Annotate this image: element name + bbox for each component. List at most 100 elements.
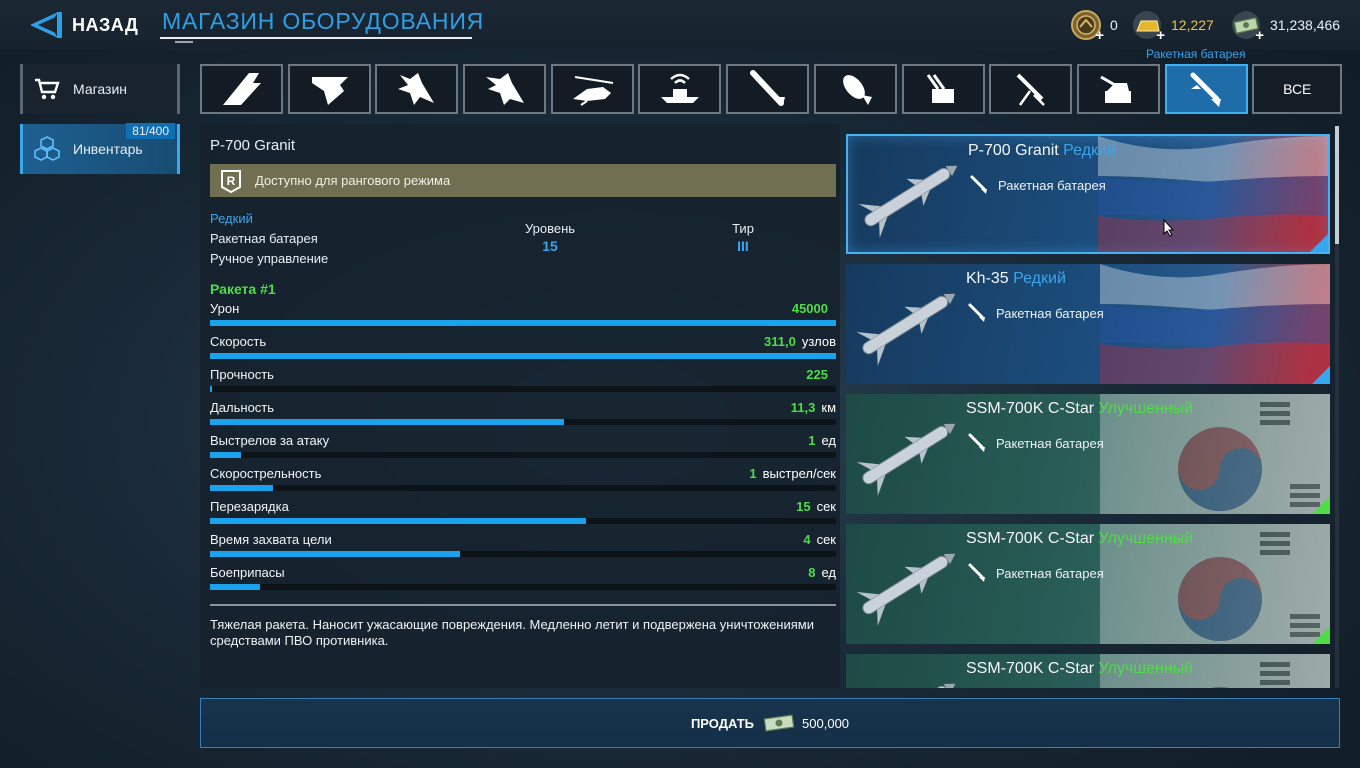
stat-row: Перезарядка 15 сек [210,499,836,532]
item-card-type: Ракетная батарея [968,174,1106,196]
tab-missile-battery[interactable] [1164,64,1248,114]
item-card[interactable]: P-700 Granit Редкий Ракетная батарея [846,134,1330,254]
rank-mode-banner: R Доступно для рангового режима [210,164,836,197]
tab-machine-gun[interactable] [989,64,1073,114]
card-corner-marker [1310,234,1328,252]
category-tabs: ВСЕ [200,64,1347,114]
gold-counter[interactable]: + 12,227 [1131,10,1214,44]
stat-name: Прочность [210,367,274,382]
missile-battery-icon [968,563,985,582]
item-list: P-700 Granit Редкий Ракетная батарея Kh-35… [846,124,1330,688]
level-value: 15 [542,238,558,254]
stat-unit: км [821,400,836,415]
tier-label: Тир [732,221,754,236]
card-corner-marker [1312,366,1330,384]
back-button[interactable]: НАЗАД [28,8,138,42]
sidebar-item-label: Инвентарь [73,141,143,157]
stat-value: 4 сек [803,532,836,547]
sell-label: ПРОДАТЬ [690,715,755,731]
sell-button[interactable]: ПРОДАТЬ 500,000 [200,698,1340,748]
item-card[interactable]: SSM-700K C-Star УлучшенныйРакетная батар… [846,394,1330,514]
missile-battery-icon [970,175,987,194]
item-card-rarity: Улучшенный [1098,660,1194,677]
stat-unit: ед [821,565,836,580]
cash-value: 31,238,466 [1270,17,1341,33]
stat-row: Боеприпасы 8 ед [210,565,836,598]
stat-number: 11,3 [790,400,816,415]
stat-bar [210,551,836,557]
tab-flying-wing[interactable] [287,64,371,114]
item-card-rarity: Улучшенный [1098,400,1194,417]
tab-bomb[interactable] [813,64,897,114]
stat-row: Дальность 11,3 км [210,400,836,433]
stat-number: 8 [808,565,816,580]
torpedo-icon [749,70,785,106]
medal-plus-icon[interactable]: + [1095,27,1104,44]
stat-name: Перезарядка [210,499,289,514]
tab-stealth-fighter[interactable] [463,64,547,114]
tab-turret[interactable] [1076,64,1160,114]
stat-bar-fill [210,353,836,359]
cash-plus-icon[interactable]: + [1255,27,1264,44]
item-card[interactable]: Kh-35 Редкий Ракетная батарея [846,264,1330,384]
stat-number: 45000 [791,301,828,316]
title-underline [160,37,472,39]
tab-stealth-bomber[interactable] [200,64,283,114]
tab-aa-gun[interactable] [901,64,985,114]
card-corner-marker [1312,626,1330,644]
stat-name: Выстрелов за атаку [210,433,330,448]
rank-badge-icon: R [221,169,241,193]
cubes-icon [33,135,61,163]
stat-number: 1 [808,433,816,448]
svg-text:R: R [227,174,236,188]
gold-plus-icon[interactable]: + [1156,27,1165,44]
stat-number: 311,0 [763,334,796,349]
tab-helicopter[interactable] [550,64,634,114]
stat-bar-fill [210,584,261,590]
stat-bar-fill [210,485,273,491]
item-card-rarity: Редкий [1013,270,1066,287]
helicopter-icon [573,76,614,106]
gold-bar-icon: + [1131,10,1165,44]
stat-bar [210,353,836,359]
medal-icon: + [1070,10,1104,44]
item-card-title: SSM-700K C-Star Улучшенный [966,660,1193,678]
tab-all[interactable]: ВСЕ [1252,64,1343,114]
tab-tooltip: Ракетная батарея [1146,47,1246,61]
sidebar-item-inventory[interactable]: Инвентарь 81/400 [20,123,180,174]
level-label: Уровень [524,221,576,236]
stat-value: 1 выстрел/сек [749,466,836,481]
item-card[interactable]: SSM-700K C-Star УлучшенныйРакетная батар… [846,524,1330,644]
rank-mode-text: Доступно для рангового режима [255,173,451,188]
missile-number: #1 [260,281,276,297]
tab-radar-ship[interactable] [638,64,722,114]
stat-number: 15 [796,499,811,514]
item-card-type-label: Ракетная батарея [996,435,1104,451]
stat-name: Время захвата цели [210,532,332,547]
russia-flag-icon [1100,264,1330,384]
list-scrollbar[interactable] [1335,126,1339,244]
tab-torpedo[interactable] [726,64,810,114]
medal-counter[interactable]: + 0 [1070,10,1118,44]
item-detail-panel: P-700 Granit R Доступно для рангового ре… [200,124,840,688]
list-scroll-track[interactable] [1335,244,1339,688]
stat-bar-fill [210,518,586,524]
medal-value: 0 [1110,17,1118,33]
item-card-name: P-700 Granit [968,142,1059,159]
stat-value: 1 ед [808,433,836,448]
stat-value: 45000 [792,301,836,316]
item-card-type-label: Ракетная батарея [998,177,1106,193]
inventory-count-badge: 81/400 [126,123,175,139]
stat-value: 15 сек [796,499,836,514]
sidebar-item-shop[interactable]: Магазин [20,64,180,114]
stat-name: Дальность [210,400,275,415]
missile-label: Ракета [210,281,257,297]
cash-counter[interactable]: + 31,238,466 [1230,10,1341,44]
aa-gun-icon [926,74,954,103]
missile-heading: Ракета #1 [210,281,276,297]
card-corner-marker [1312,496,1330,514]
cash-icon [763,714,795,732]
tab-fighter-jet[interactable] [375,64,459,114]
item-card[interactable]: SSM-700K C-Star УлучшенныйРакетная батар… [846,654,1330,688]
stat-row: Прочность 225 [210,367,836,400]
